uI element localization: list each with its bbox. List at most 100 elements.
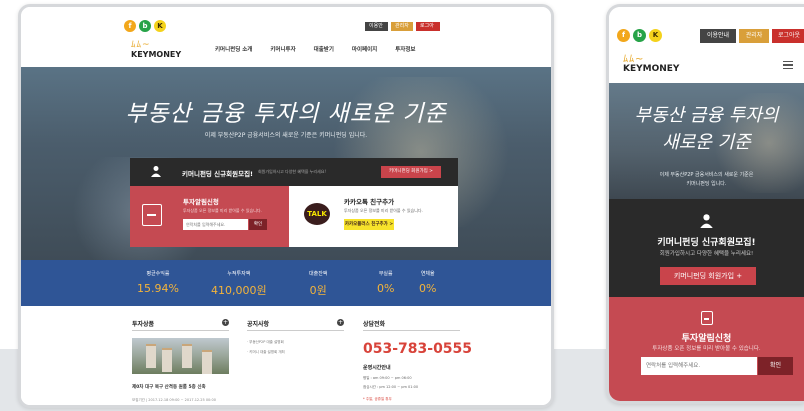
phone-number[interactable]: 053-783-0555 <box>363 341 472 357</box>
mobile-header: f b K 이용안내 관리자 로그아웃 ﾑﾑ~ KEYMONEY <box>609 7 804 83</box>
hours-weekday: 평일 : am 09:00 ~ pm 06:00 <box>363 376 412 380</box>
stat-value: 410,000원 <box>211 284 267 297</box>
notice-item[interactable]: · 키머니 대출 설명회 개최 <box>247 350 285 355</box>
notice-item[interactable]: · 부동산P2P 대출 설명회 <box>247 340 284 345</box>
hours-lunch: 점심시간 : pm 12:00 ~ pm 01:00 <box>363 385 419 389</box>
tablet-icon <box>701 311 713 325</box>
kakao-title: 카카오톡 친구추가 <box>344 198 395 206</box>
member-title: 키머니펀딩 신규회원모집! <box>657 238 756 248</box>
stat-total-investment: 누적투자액 410,000원 <box>211 270 267 298</box>
stat-default-rate: 부실률 0% <box>377 270 394 295</box>
nav-item-info[interactable]: 투자정보 <box>395 45 415 53</box>
stat-label: 연체율 <box>420 271 435 277</box>
admin-button[interactable]: 관리자 <box>739 29 769 43</box>
hero-banner: 부동산 금융 투자의 새로운 기준 이제 부동산P2P 금융서비스의 새로운 기… <box>21 67 551 260</box>
divider <box>363 330 460 331</box>
stat-label: 대출잔액 <box>309 271 328 277</box>
hero-title-line2: 새로운 기준 <box>662 132 751 153</box>
member-signup-bar: 키머니펀딩 신규회원모집! 회원가입하시고 다양한 혜택을 누리세요! 키머니펀… <box>130 158 458 186</box>
kakao-friend-box: TALK 카카오톡 친구추가 투자상품 오픈 정보를 미리 받아볼 수 있습니다… <box>289 186 458 247</box>
logout-button[interactable]: 로그아웃 <box>772 29 804 43</box>
products-heading: 투자상품 <box>132 321 155 328</box>
utility-menu: 이용안내 관리자 로그아웃 <box>365 22 440 38</box>
kakao-icon[interactable]: K <box>154 20 166 32</box>
kakao-talk-icon: TALK <box>304 203 330 225</box>
logout-button[interactable]: 로그아웃 <box>416 22 440 38</box>
showcase-stage: f b K 이용안내 관리자 로그아웃 ﾑﾑ~ KEYMONEY 키머니펀딩 소… <box>0 0 804 411</box>
product-date: 모집기간 | 2017.12.18 09:00 ~ 2017.12.25 00:… <box>132 398 216 402</box>
logo-text: KEYMONEY <box>131 50 182 59</box>
members-icon <box>151 166 161 177</box>
stat-value: 0% <box>419 282 437 295</box>
logo-mark: ﾑﾑ~ <box>131 40 151 50</box>
member-signup-button[interactable]: 키머니펀딩 회원가입 + <box>660 267 756 285</box>
investment-alert-box: 투자알림신청 투자상품 오픈 정보를 미리 받아볼 수 있습니다. 확인 <box>130 186 289 247</box>
nav-item-mypage[interactable]: 마이페이지 <box>352 45 377 53</box>
alert-title: 투자알림신청 <box>183 198 219 206</box>
stat-value: 15.94% <box>137 282 179 295</box>
mobile-mockup: f b K 이용안내 관리자 로그아웃 ﾑﾑ~ KEYMONEY 부동산 금융 … <box>606 4 804 404</box>
facebook-icon[interactable]: f <box>124 20 136 32</box>
member-title: 키머니펀딩 신규회원모집! <box>182 170 254 178</box>
member-signup-section: 키머니펀딩 신규회원모집! 회원가입하시고 다양한 혜택을 누리세요! 키머니펀… <box>609 199 804 297</box>
utility-menu: 이용안내 관리자 로그아웃 <box>700 29 804 43</box>
member-description: 회원가입하시고 다양한 혜택을 누리세요! <box>258 169 326 174</box>
members-icon <box>700 214 713 228</box>
guide-button[interactable]: 이용안내 <box>365 22 388 38</box>
investment-alert-section: 투자알림신청 투자상품 오픈 정보를 미리 받아볼 수 있습니다. 확인 <box>609 297 804 401</box>
main-nav: 키머니펀딩 소개 키머니투자 대출받기 마이페이지 투자정보 <box>215 45 433 53</box>
kakao-description: 투자상품 오픈 정보를 미리 받아볼 수 있습니다. <box>344 208 423 213</box>
logo[interactable]: ﾑﾑ~ KEYMONEY <box>131 40 181 59</box>
phone-input[interactable] <box>183 219 248 230</box>
stat-label: 평균수익률 <box>146 271 170 277</box>
hero-title-line1: 부동산 금융 투자의 <box>634 105 779 126</box>
kakao-icon[interactable]: K <box>649 29 662 42</box>
stat-label: 누적투자액 <box>227 271 251 277</box>
stats-bar: 평균수익률 15.94% 누적투자액 410,000원 대출잔액 0원 부실률 … <box>21 260 551 306</box>
notices-heading: 공지사항 <box>247 321 270 328</box>
blog-icon[interactable]: b <box>633 29 646 42</box>
kakao-add-friend-button[interactable]: 카카오플러스 친구추가 > <box>344 219 394 230</box>
hours-title: 운영시간안내 <box>363 365 391 371</box>
admin-button[interactable]: 관리자 <box>391 22 413 31</box>
notices-more-icon[interactable]: + <box>337 319 344 326</box>
desktop-mockup: f b K 이용안내 관리자 로그아웃 ﾑﾑ~ KEYMONEY 키머니펀딩 소… <box>18 4 554 408</box>
hero-banner: 부동산 금융 투자의 새로운 기준 이제 부동산P2P 금융서비스의 새로운 기… <box>609 83 804 199</box>
member-description: 회원가입하시고 다양한 혜택을 누리세요! <box>659 251 754 257</box>
nav-item-loan[interactable]: 대출받기 <box>314 45 334 53</box>
tablet-icon <box>142 204 162 226</box>
building-shape <box>202 350 212 374</box>
building-shape <box>162 348 172 372</box>
divider <box>132 330 229 331</box>
phone-input[interactable] <box>641 357 757 375</box>
alert-submit-button[interactable]: 확인 <box>249 219 267 230</box>
alert-description: 투자상품 오픈 정보를 미리 받아볼 수 있습니다. <box>183 208 262 213</box>
hero-title: 부동산 금융 투자의 새로운 기준 <box>125 101 447 127</box>
guide-button[interactable]: 이용안내 <box>700 29 736 43</box>
product-title[interactable]: 제0차 대구 북구 산격동 원룸 5층 신축 <box>132 384 206 390</box>
blog-icon[interactable]: b <box>139 20 151 32</box>
stat-loan-balance: 대출잔액 0원 <box>309 270 327 298</box>
stat-overdue-rate: 연체율 0% <box>419 270 436 295</box>
product-thumbnail[interactable] <box>132 338 229 374</box>
alert-title: 투자알림신청 <box>681 334 732 344</box>
building-shape <box>182 344 192 368</box>
bottom-section: 투자상품 + 제0차 대구 북구 산격동 원룸 5층 신축 모집기간 | 201… <box>21 306 551 405</box>
nav-item-about[interactable]: 키머니펀딩 소개 <box>215 45 252 53</box>
nav-item-invest[interactable]: 키머니투자 <box>270 45 295 53</box>
hamburger-menu-icon[interactable] <box>783 61 793 69</box>
stat-value: 0원 <box>309 284 327 297</box>
building-shape <box>146 344 156 368</box>
facebook-icon[interactable]: f <box>617 29 630 42</box>
divider <box>247 330 344 331</box>
member-signup-button[interactable]: 키머니펀딩 회원가입 > <box>381 166 441 178</box>
logo[interactable]: ﾑﾑ~ KEYMONEY <box>623 55 679 74</box>
stat-label: 부실률 <box>378 271 393 277</box>
social-links: f b K <box>617 29 662 42</box>
products-more-icon[interactable]: + <box>222 319 229 326</box>
contact-heading: 상담전화 <box>363 321 386 328</box>
stat-average-return: 평균수익률 15.94% <box>137 270 179 295</box>
alert-description: 투자상품 오픈 정보를 미리 받아볼 수 있습니다. <box>652 346 761 352</box>
alert-submit-button[interactable]: 확인 <box>758 357 793 375</box>
social-links: f b K <box>124 20 166 32</box>
